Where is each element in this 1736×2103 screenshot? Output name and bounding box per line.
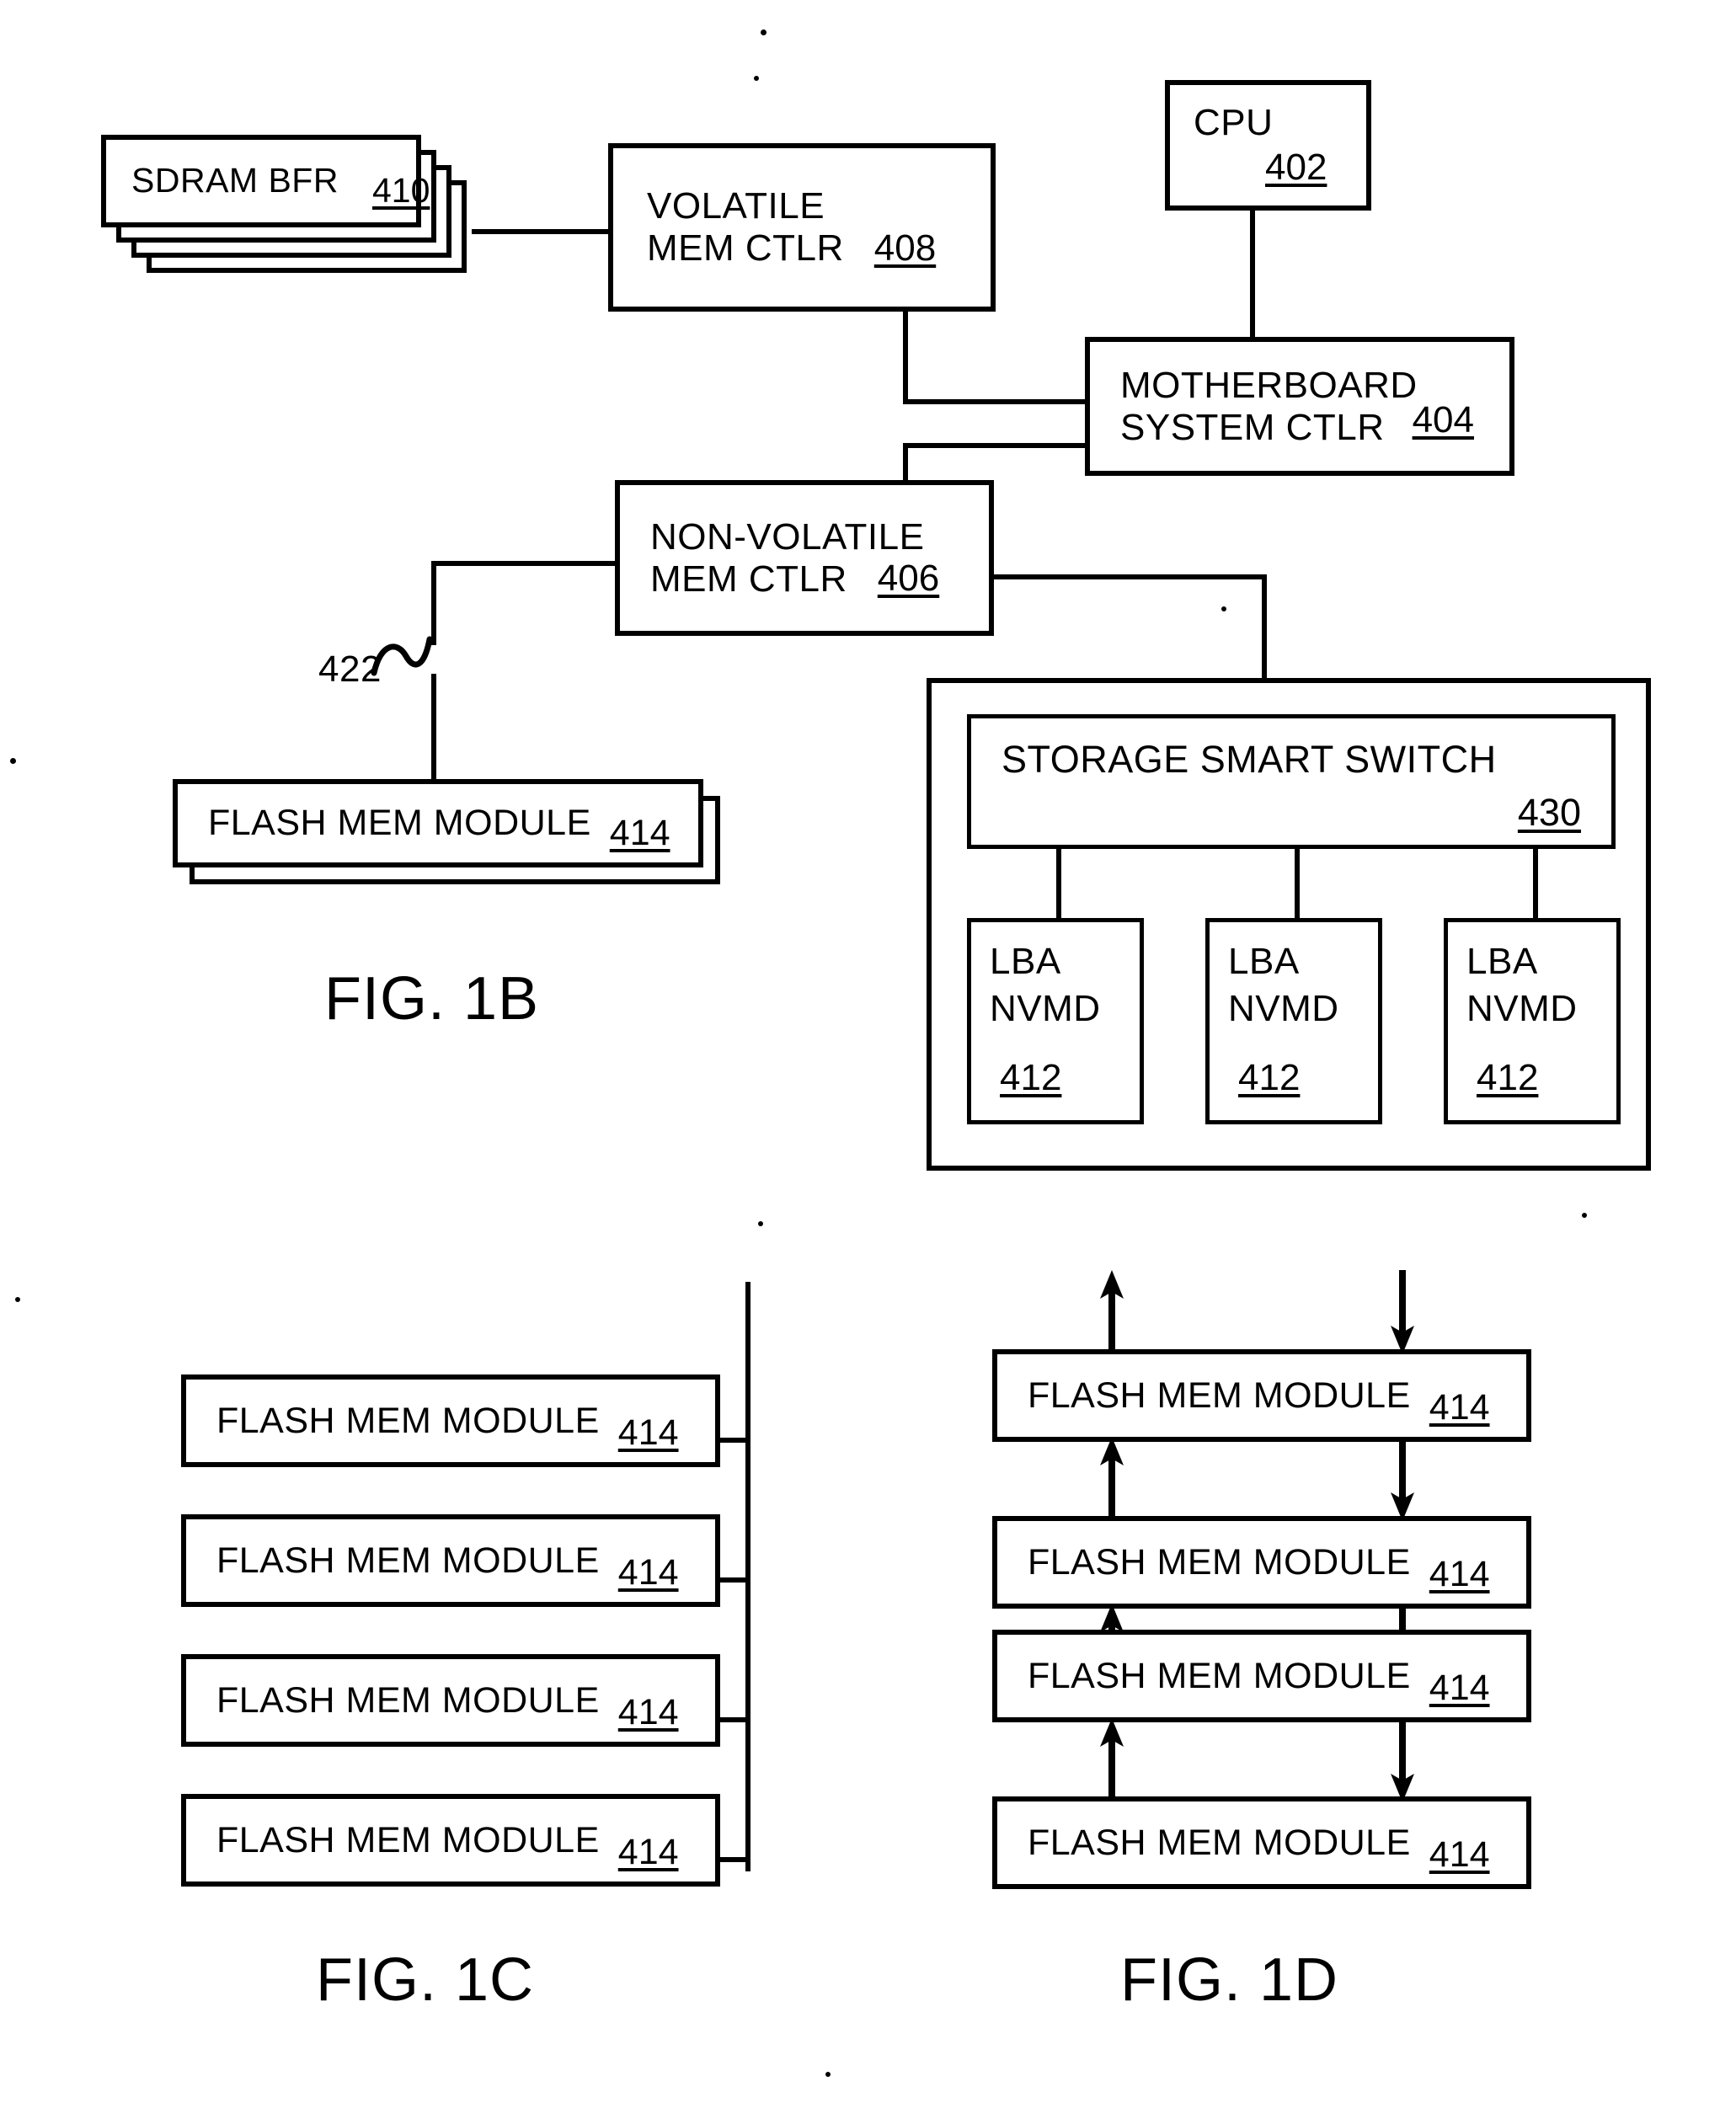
fig1c-flash-mem-module-ref-3: 414 xyxy=(617,1692,679,1732)
figure-1d-caption: FIG. 1D xyxy=(1120,1946,1339,2014)
motherboard-system-ctlr-ref: 404 xyxy=(1412,399,1474,440)
fig1c-flash-mem-module-label-1: FLASH MEM MODULE xyxy=(216,1400,600,1441)
motherboard-system-ctlr-label-line2: SYSTEM CTLR xyxy=(1120,406,1385,448)
flash-mem-module-box-1b[interactable]: FLASH MEM MODULE 414 xyxy=(173,779,703,867)
lba-nvmd-ref-1: 412 xyxy=(1000,1057,1062,1098)
bus-ref-422: 422 xyxy=(318,649,382,690)
storage-smart-switch-ref: 430 xyxy=(1517,791,1581,834)
fig1d-flash-mem-module-label-2: FLASH MEM MODULE xyxy=(1028,1541,1411,1583)
fig1d-flash-mem-module-4[interactable]: FLASH MEM MODULE 414 xyxy=(992,1796,1531,1889)
fig1c-stub-line-1 xyxy=(715,1438,750,1443)
fig1c-flash-mem-module-ref-2: 414 xyxy=(617,1552,679,1593)
bus-break-squiggle-icon xyxy=(371,636,433,676)
flash-mem-module-label-1b: FLASH MEM MODULE xyxy=(208,803,591,844)
lba-nvmd-ref-2: 412 xyxy=(1238,1057,1301,1098)
fig1c-bus-line xyxy=(745,1282,750,1871)
line-cpu-to-motherboard xyxy=(1250,211,1255,354)
motherboard-system-ctlr-label-line1: MOTHERBOARD xyxy=(1120,365,1418,407)
lba-nvmd-box-1[interactable]: LBA NVMD 412 xyxy=(967,918,1144,1124)
scan-speck xyxy=(1582,1213,1587,1218)
fig1d-arrow-down-3-icon xyxy=(1391,1718,1414,1802)
line-switch-to-nvmd-1 xyxy=(1056,849,1061,921)
sdram-buffer-ref: 410 xyxy=(371,171,430,210)
lba-nvmd-label-1-line2: NVMD xyxy=(990,988,1101,1029)
fig1c-flash-mem-module-ref-1: 414 xyxy=(617,1412,679,1453)
flash-mem-module-stack-1b: FLASH MEM MODULE 414 xyxy=(173,779,729,897)
motherboard-system-ctlr-box[interactable]: MOTHERBOARD SYSTEM CTLR 404 xyxy=(1085,337,1514,476)
cpu-box[interactable]: CPU 402 xyxy=(1165,80,1371,211)
lba-nvmd-label-2-line2: NVMD xyxy=(1228,988,1339,1029)
fig1c-flash-mem-module-label-2: FLASH MEM MODULE xyxy=(216,1540,600,1581)
fig1c-stub-line-4 xyxy=(715,1857,750,1862)
line-nonvolatile-to-motherboard xyxy=(903,443,1090,448)
fig1d-arrow-up-top-icon xyxy=(1100,1270,1124,1354)
fig1d-arrow-up-1-icon xyxy=(1100,1437,1124,1521)
figure-1c-caption: FIG. 1C xyxy=(316,1946,535,2014)
nonvolatile-mem-ctlr-box[interactable]: NON-VOLATILE MEM CTLR 406 xyxy=(615,480,994,636)
line-switch-to-nvmd-3 xyxy=(1533,849,1538,921)
scan-speck xyxy=(758,1221,763,1226)
sdram-buffer-label: SDRAM BFR xyxy=(131,161,339,200)
lba-nvmd-box-3[interactable]: LBA NVMD 412 xyxy=(1444,918,1621,1124)
lba-nvmd-label-3-line1: LBA xyxy=(1466,941,1538,982)
volatile-mem-ctlr-box[interactable]: VOLATILE MEM CTLR 408 xyxy=(608,143,996,312)
scan-speck xyxy=(754,76,759,81)
fig1d-flash-mem-module-3[interactable]: FLASH MEM MODULE 414 xyxy=(992,1630,1531,1722)
scan-speck xyxy=(1221,606,1226,611)
scan-speck xyxy=(761,29,767,35)
patent-figure-sheet: SDRAM BFR 410 VOLATILE MEM CTLR 408 CPU … xyxy=(0,0,1736,2103)
storage-smart-switch-box[interactable]: STORAGE SMART SWITCH 430 xyxy=(967,714,1616,849)
volatile-mem-ctlr-label-line1: VOLATILE xyxy=(647,185,825,227)
fig1c-flash-mem-module-1[interactable]: FLASH MEM MODULE 414 xyxy=(181,1374,720,1467)
lba-nvmd-box-2[interactable]: LBA NVMD 412 xyxy=(1205,918,1382,1124)
lba-nvmd-label-3-line2: NVMD xyxy=(1466,988,1578,1029)
fig1d-flash-mem-module-2[interactable]: FLASH MEM MODULE 414 xyxy=(992,1516,1531,1609)
scan-speck xyxy=(825,2072,831,2077)
fig1d-flash-mem-module-label-4: FLASH MEM MODULE xyxy=(1028,1822,1411,1863)
line-switch-to-nvmd-2 xyxy=(1295,849,1300,921)
cpu-ref: 402 xyxy=(1265,147,1327,189)
sdram-buffer-box[interactable]: SDRAM BFR 410 xyxy=(101,135,430,227)
line-sdram-to-volatile-ctlr xyxy=(472,229,610,234)
fig1c-flash-mem-module-label-4: FLASH MEM MODULE xyxy=(216,1819,600,1860)
fig1d-arrow-down-1-icon xyxy=(1391,1437,1414,1521)
storage-smart-switch-label: STORAGE SMART SWITCH xyxy=(1002,738,1497,781)
fig1d-flash-mem-module-ref-3: 414 xyxy=(1429,1668,1490,1708)
fig1d-flash-mem-module-label-1: FLASH MEM MODULE xyxy=(1028,1374,1411,1416)
lba-nvmd-ref-3: 412 xyxy=(1477,1057,1539,1098)
volatile-mem-ctlr-label-line2: MEM CTLR xyxy=(647,227,844,270)
nonvolatile-mem-ctlr-label-line2: MEM CTLR xyxy=(650,558,847,600)
fig1c-flash-mem-module-label-3: FLASH MEM MODULE xyxy=(216,1679,600,1721)
fig1d-arrow-up-3-icon xyxy=(1100,1718,1124,1802)
fig1d-flash-mem-module-label-3: FLASH MEM MODULE xyxy=(1028,1655,1411,1696)
figure-1b-caption: FIG. 1B xyxy=(324,965,540,1033)
scan-speck xyxy=(10,758,16,764)
fig1c-flash-mem-module-2[interactable]: FLASH MEM MODULE 414 xyxy=(181,1514,720,1607)
fig1d-flash-mem-module-ref-2: 414 xyxy=(1429,1554,1490,1594)
line-nonvolatile-to-flash-horizontal xyxy=(431,561,618,566)
fig1c-flash-mem-module-ref-4: 414 xyxy=(617,1832,679,1872)
fig1c-flash-mem-module-3[interactable]: FLASH MEM MODULE 414 xyxy=(181,1654,720,1747)
sdram-buffer-stack: SDRAM BFR 410 xyxy=(101,135,480,273)
volatile-mem-ctlr-ref: 408 xyxy=(873,227,937,269)
scan-speck xyxy=(15,1297,20,1302)
fig1c-stub-line-2 xyxy=(715,1577,750,1583)
fig1d-flash-mem-module-ref-1: 414 xyxy=(1429,1387,1490,1428)
line-nonvolatile-to-storage-horizontal xyxy=(994,574,1267,579)
flash-mem-module-ref-1b: 414 xyxy=(609,813,670,853)
fig1d-flash-mem-module-1[interactable]: FLASH MEM MODULE 414 xyxy=(992,1349,1531,1442)
line-volatile-down xyxy=(903,312,908,404)
line-volatile-to-motherboard xyxy=(903,399,1090,404)
line-nonvolatile-to-flash-vertical-lower xyxy=(431,674,436,783)
fig1d-flash-mem-module-ref-4: 414 xyxy=(1429,1834,1490,1875)
nonvolatile-mem-ctlr-label-line1: NON-VOLATILE xyxy=(650,515,925,558)
nonvolatile-mem-ctlr-ref: 406 xyxy=(877,558,940,600)
cpu-label: CPU xyxy=(1194,101,1274,143)
lba-nvmd-label-1-line1: LBA xyxy=(990,941,1061,982)
fig1d-arrow-down-top-icon xyxy=(1391,1270,1414,1354)
lba-nvmd-label-2-line1: LBA xyxy=(1228,941,1300,982)
fig1c-stub-line-3 xyxy=(715,1717,750,1722)
fig1c-flash-mem-module-4[interactable]: FLASH MEM MODULE 414 xyxy=(181,1794,720,1887)
